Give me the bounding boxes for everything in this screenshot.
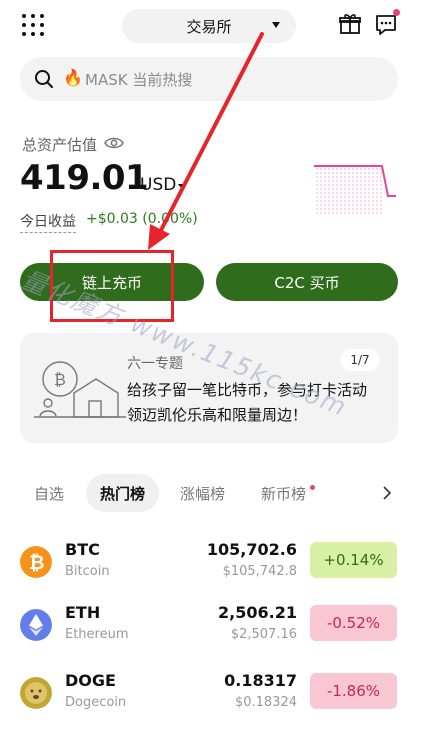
coin-symbol: BTC <box>65 540 100 559</box>
caret-down-icon[interactable] <box>178 184 186 189</box>
tab-new-listings[interactable]: 新币榜 <box>261 474 306 512</box>
new-listing-dot <box>310 485 315 490</box>
search-icon <box>35 70 53 88</box>
change-badge[interactable]: +0.14% <box>310 542 397 578</box>
bitcoin-icon: ₿ <box>20 546 52 578</box>
market-tabs: 自选 热门榜 涨幅榜 新币榜 <box>20 474 420 512</box>
coin-usd-price: $0.18324 <box>234 695 297 710</box>
bitcoin-house-illustration: ₿ <box>34 361 126 418</box>
total-assets-label: 总资产估值 <box>22 136 98 154</box>
coin-name: Dogecoin <box>65 695 127 710</box>
coin-price: 105,702.6 <box>206 540 297 559</box>
coin-usd-price: $105,742.8 <box>222 564 297 579</box>
dogecoin-icon <box>20 677 52 709</box>
caret-down-icon <box>272 22 280 28</box>
total-assets-value: 419.01 <box>20 158 149 198</box>
change-badge[interactable]: -1.86% <box>310 673 397 709</box>
svg-text:₿: ₿ <box>54 370 66 389</box>
ethereum-icon <box>20 609 52 641</box>
coin-row-eth[interactable]: ETH Ethereum 2,506.21 $2,507.16 -0.52% <box>0 603 421 665</box>
svg-text:₿: ₿ <box>29 552 44 574</box>
today-pnl-label[interactable]: 今日收益 <box>20 211 76 233</box>
notification-dot <box>393 9 400 16</box>
coin-row-doge[interactable]: DOGE Dogecoin 0.18317 $0.18324 -1.86% <box>0 671 421 733</box>
tab-gainers[interactable]: 涨幅榜 <box>180 474 225 512</box>
tab-watchlist[interactable]: 自选 <box>34 474 64 512</box>
coin-symbol: DOGE <box>65 671 116 690</box>
coin-row-btc[interactable]: ₿ BTC Bitcoin 105,702.6 $105,742.8 +0.14… <box>0 540 421 602</box>
c2c-buy-button[interactable]: C2C 买币 <box>216 263 398 301</box>
eye-icon[interactable] <box>104 136 124 150</box>
exchange-label: 交易所 <box>186 17 232 36</box>
exchange-switcher[interactable]: 交易所 <box>122 9 296 43</box>
coin-usd-price: $2,507.16 <box>230 627 297 642</box>
gift-icon[interactable] <box>338 12 362 36</box>
search-placeholder: MASK 当前热搜 <box>85 71 193 89</box>
coin-price: 2,506.21 <box>218 603 297 622</box>
currency-unit[interactable]: USD <box>140 175 176 195</box>
banner-text-line2: 领迈凯伦乐高和限量周边！ <box>127 406 308 424</box>
today-pnl-value: +$0.03 (0.00%) <box>86 211 198 227</box>
coin-price: 0.18317 <box>224 671 297 690</box>
coin-symbol: ETH <box>65 603 101 622</box>
search-bar[interactable]: 🔥 MASK 当前热搜 <box>20 57 398 101</box>
banner-pager: 1/7 <box>340 349 380 371</box>
change-badge[interactable]: -0.52% <box>310 605 397 641</box>
grid-menu-icon[interactable] <box>22 14 44 36</box>
coin-name: Ethereum <box>65 627 129 642</box>
fire-icon: 🔥 <box>63 68 83 87</box>
coin-name: Bitcoin <box>65 564 110 579</box>
asset-sparkline <box>314 165 396 214</box>
chevron-right-icon[interactable] <box>382 486 392 500</box>
tab-hot[interactable]: 热门榜 <box>86 474 160 512</box>
